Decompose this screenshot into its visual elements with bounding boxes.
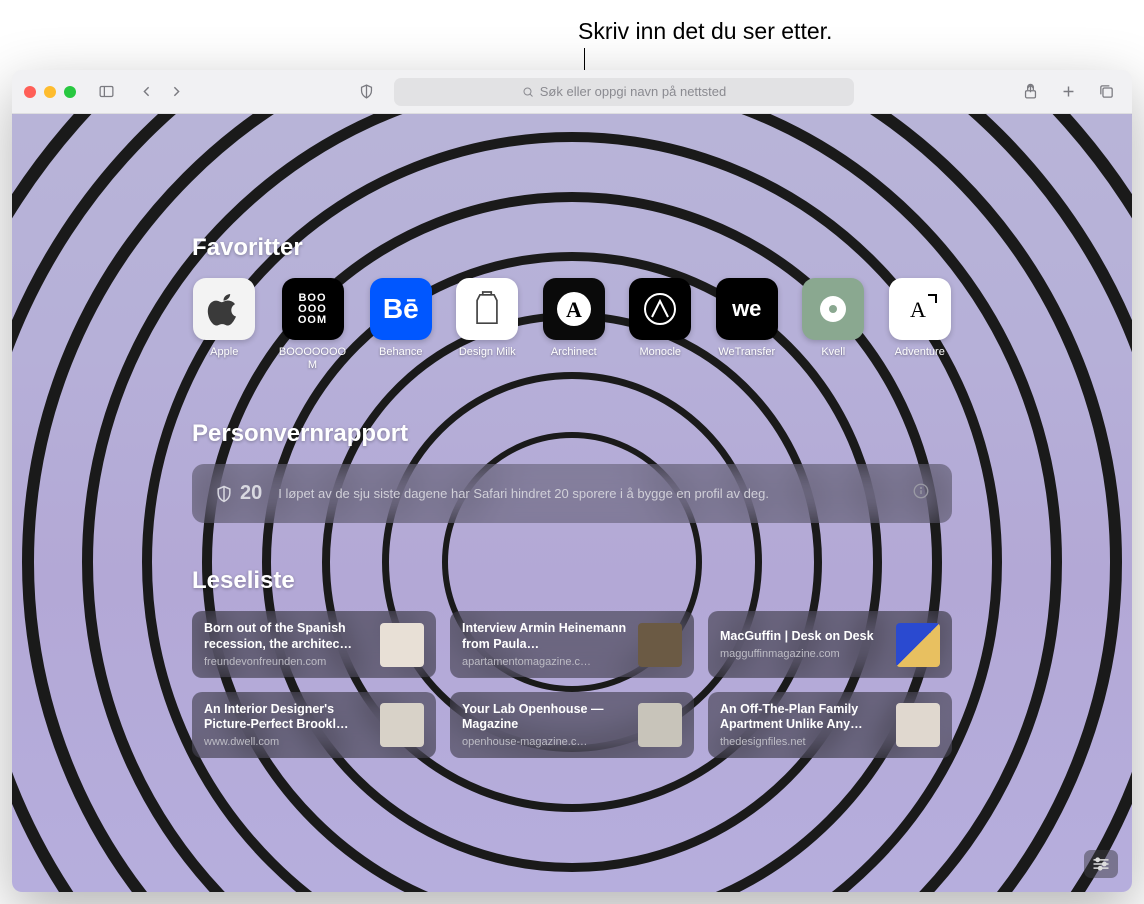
reading-item-domain: freundevonfreunden.com <box>204 656 370 668</box>
reading-item-thumb <box>638 703 682 747</box>
reading-item-domain: openhouse-magazine.c… <box>462 736 628 748</box>
reading-item-thumb <box>896 623 940 667</box>
favorite-monocle[interactable]: Monocle <box>628 278 693 372</box>
favorite-label: BOOOOOOOM <box>279 346 347 372</box>
privacy-summary-text: I løpet av de sju siste dagene har Safar… <box>278 486 896 501</box>
reading-item-title: Born out of the Spanish recession, the a… <box>204 621 370 652</box>
svg-text:A: A <box>566 297 582 322</box>
svg-text:A: A <box>910 297 926 322</box>
reading-item-domain: thedesignfiles.net <box>720 736 886 748</box>
sliders-icon <box>1091 856 1111 872</box>
favorite-design-milk[interactable]: Design Milk <box>455 278 520 372</box>
adventure-icon: A <box>889 278 951 340</box>
reading-item-domain: magguffinmagazine.com <box>720 648 886 660</box>
address-search-field[interactable]: Søk eller oppgi navn på nettsted <box>394 78 854 106</box>
favorite-label: Kvell <box>821 346 845 359</box>
favorite-label: Design Milk <box>459 346 516 359</box>
reading-list-item[interactable]: Interview Armin Heinemann from Paula… ap… <box>450 611 694 677</box>
reading-item-title: An Off-The-Plan Family Apartment Unlike … <box>720 702 886 733</box>
shield-icon <box>214 484 234 504</box>
reading-item-title: Your Lab Openhouse — Magazine <box>462 702 628 733</box>
reading-item-thumb <box>380 623 424 667</box>
kvell-icon <box>802 278 864 340</box>
monocle-icon <box>629 278 691 340</box>
reading-list-item[interactable]: An Interior Designer's Picture-Perfect B… <box>192 692 436 758</box>
reading-list-heading: Leseliste <box>192 567 952 595</box>
privacy-shield-icon[interactable] <box>352 78 380 106</box>
favorite-apple[interactable]: Apple <box>192 278 257 372</box>
favorite-booooooom[interactable]: BOOOOOOOM BOOOOOOOM <box>279 278 347 372</box>
sidebar-toggle-icon[interactable] <box>92 78 120 106</box>
apple-icon <box>193 278 255 340</box>
privacy-tracker-count: 20 <box>214 482 262 505</box>
favorite-wetransfer[interactable]: we WeTransfer <box>715 278 780 372</box>
privacy-report-card[interactable]: 20 I løpet av de sju siste dagene har Sa… <box>192 464 952 523</box>
start-page: Favoritter Apple BOOOOOOOM BOOOOOOOM Bē … <box>12 114 1132 892</box>
info-icon[interactable] <box>912 482 930 505</box>
new-tab-button[interactable] <box>1054 78 1082 106</box>
forward-button[interactable] <box>162 78 190 106</box>
search-placeholder-text: Søk eller oppgi navn på nettsted <box>540 84 726 99</box>
reading-item-title: Interview Armin Heinemann from Paula… <box>462 621 628 652</box>
favorite-label: Monocle <box>639 346 681 359</box>
favorite-label: WeTransfer <box>718 346 775 359</box>
start-page-settings-button[interactable] <box>1084 850 1118 878</box>
minimize-button[interactable] <box>44 86 56 98</box>
favorite-label: Adventure <box>895 346 945 359</box>
search-icon <box>522 86 534 98</box>
privacy-heading: Personvernrapport <box>192 420 952 448</box>
reading-item-domain: apartamentomagazine.c… <box>462 656 628 668</box>
booooooom-icon: BOOOOOOOM <box>282 278 344 340</box>
window-controls <box>24 86 76 98</box>
reading-list-item[interactable]: MacGuffin | Desk on Desk magguffinmagazi… <box>708 611 952 677</box>
reading-item-thumb <box>380 703 424 747</box>
close-button[interactable] <box>24 86 36 98</box>
favorite-label: Behance <box>379 346 422 359</box>
favorite-behance[interactable]: Bē Behance <box>369 278 434 372</box>
favorite-archinect[interactable]: A Archinect <box>542 278 607 372</box>
favorite-kvell[interactable]: Kvell <box>801 278 866 372</box>
favorites-heading: Favoritter <box>192 234 952 262</box>
safari-window: Søk eller oppgi navn på nettsted <box>12 70 1132 892</box>
wetransfer-icon: we <box>716 278 778 340</box>
reading-list-item[interactable]: Born out of the Spanish recession, the a… <box>192 611 436 677</box>
favorite-label: Archinect <box>551 346 597 359</box>
toolbar: Søk eller oppgi navn på nettsted <box>12 70 1132 114</box>
reading-item-thumb <box>638 623 682 667</box>
reading-item-domain: www.dwell.com <box>204 736 370 748</box>
back-button[interactable] <box>132 78 160 106</box>
reading-list-item[interactable]: An Off-The-Plan Family Apartment Unlike … <box>708 692 952 758</box>
design-milk-icon <box>456 278 518 340</box>
share-button[interactable] <box>1016 78 1044 106</box>
callout-label: Skriv inn det du ser etter. <box>578 18 832 45</box>
reading-item-title: An Interior Designer's Picture-Perfect B… <box>204 702 370 733</box>
archinect-icon: A <box>543 278 605 340</box>
reading-list-item[interactable]: Your Lab Openhouse — Magazine openhouse-… <box>450 692 694 758</box>
reading-item-thumb <box>896 703 940 747</box>
behance-icon: Bē <box>370 278 432 340</box>
favorite-adventure[interactable]: A Adventure <box>888 278 953 372</box>
reading-list-grid: Born out of the Spanish recession, the a… <box>192 611 952 758</box>
reading-item-title: MacGuffin | Desk on Desk <box>720 629 886 645</box>
favorites-row: Apple BOOOOOOOM BOOOOOOOM Bē Behance Des… <box>192 278 952 372</box>
tabs-overview-button[interactable] <box>1092 78 1120 106</box>
favorite-label: Apple <box>210 346 238 359</box>
maximize-button[interactable] <box>64 86 76 98</box>
